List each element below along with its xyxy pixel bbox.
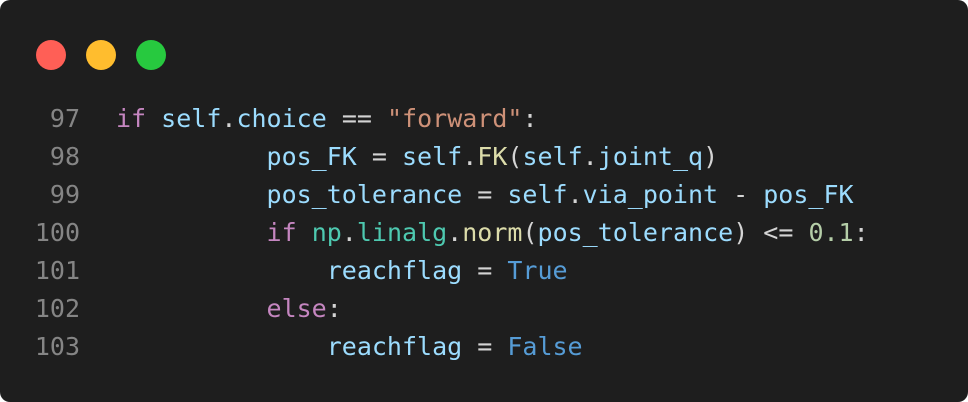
code-text: if self.choice == "forward": <box>116 100 538 138</box>
line-number: 99 <box>49 180 80 209</box>
code-token: pos_tolerance <box>537 218 734 247</box>
code-token: False <box>507 332 583 361</box>
code-token: self <box>401 142 463 171</box>
line-number: 103 <box>34 332 80 361</box>
code-token: ) <= <box>733 218 809 247</box>
code-token: linalg <box>356 218 448 247</box>
code-line[interactable]: 102 else: <box>0 290 968 328</box>
code-token: == <box>326 104 387 133</box>
code-block[interactable]: 97 if self.choice == "forward": 98 pos_FK … <box>0 100 968 366</box>
maximize-dot-icon[interactable] <box>136 40 166 70</box>
code-line[interactable]: 98 pos_FK = self.FK(self.joint_q) <box>0 138 968 176</box>
code-token: = <box>356 142 402 171</box>
code-token: self <box>522 142 583 171</box>
code-token: - <box>718 180 764 209</box>
code-token: ( <box>522 218 538 247</box>
code-text: if np.linalg.norm(pos_tolerance) <= 0.1: <box>116 214 869 252</box>
minimize-dot-icon[interactable] <box>86 40 116 70</box>
code-token: = <box>462 332 508 361</box>
code-text: reachflag = False <box>116 328 583 366</box>
code-token: np <box>311 218 342 247</box>
code-token: if <box>266 218 297 247</box>
code-token: if <box>116 104 147 133</box>
code-token: . <box>221 104 237 133</box>
code-token: pos_tolerance <box>266 180 463 209</box>
close-dot-icon[interactable] <box>36 40 66 70</box>
code-token: . <box>462 142 478 171</box>
code-text: pos_tolerance = self.via_point - pos_FK <box>116 176 854 214</box>
line-number: 98 <box>49 142 80 171</box>
code-token: joint_q <box>597 142 704 171</box>
code-window: 97 if self.choice == "forward": 98 pos_FK … <box>0 0 968 402</box>
code-token: choice <box>236 104 327 133</box>
code-line[interactable]: 100 if np.linalg.norm(pos_tolerance) <= … <box>0 214 968 252</box>
code-token: ) <box>703 142 719 171</box>
code-line[interactable]: 103 reachflag = False <box>0 328 968 366</box>
code-token: = <box>462 256 508 285</box>
code-token: : <box>326 294 342 323</box>
code-token: . <box>582 142 598 171</box>
code-token: via_point <box>582 180 719 209</box>
code-token: else <box>266 294 327 323</box>
code-token: . <box>447 218 463 247</box>
code-token: : <box>522 104 538 133</box>
code-token: pos_FK <box>266 142 357 171</box>
code-line[interactable]: 99 pos_tolerance = self.via_point - pos_… <box>0 176 968 214</box>
code-text: else: <box>116 290 342 328</box>
code-token: = <box>462 180 508 209</box>
code-token: pos_FK <box>763 180 854 209</box>
line-number: 102 <box>34 294 80 323</box>
code-token: . <box>567 180 583 209</box>
line-number: 100 <box>34 218 80 247</box>
code-token: 0.1 <box>808 218 854 247</box>
window-controls <box>36 40 166 70</box>
code-token: self <box>507 180 568 209</box>
line-number: 97 <box>49 104 80 133</box>
code-token: : <box>853 218 869 247</box>
code-token: norm <box>462 218 523 247</box>
code-token: reachflag <box>326 256 463 285</box>
code-token: . <box>341 218 357 247</box>
code-text: pos_FK = self.FK(self.joint_q) <box>116 138 719 176</box>
code-text: reachflag = True <box>116 252 568 290</box>
code-token: self <box>161 104 222 133</box>
line-number: 101 <box>34 256 80 285</box>
code-token: "forward" <box>386 104 523 133</box>
code-token: reachflag <box>326 332 463 361</box>
code-token: ( <box>507 142 523 171</box>
code-line[interactable]: 97 if self.choice == "forward": <box>0 100 968 138</box>
code-line[interactable]: 101 reachflag = True <box>0 252 968 290</box>
code-token: FK <box>477 142 508 171</box>
code-token: True <box>507 256 568 285</box>
